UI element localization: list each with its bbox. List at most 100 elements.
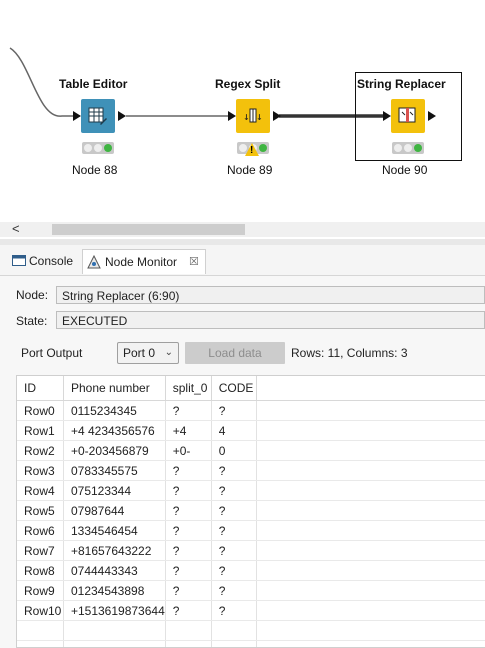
table-cell: Row2 (17, 440, 64, 461)
tab-node-monitor[interactable]: Node Monitor ☒ (82, 249, 206, 274)
table-cell: ? (165, 540, 212, 561)
table-cell: +0- (165, 440, 212, 461)
table-cell-filler (256, 520, 485, 541)
node-title-table-editor: Table Editor (59, 77, 128, 91)
table-cell: +0-203456879 (63, 440, 166, 461)
table-header-row: ID Phone number split_0 CODE (17, 376, 485, 401)
scroll-left-icon[interactable]: < (12, 221, 20, 236)
table-cell: ? (211, 540, 257, 561)
table-cell: ? (211, 400, 257, 421)
table-cell: ? (211, 560, 257, 581)
column-header[interactable]: CODE (211, 376, 257, 401)
input-port[interactable] (228, 111, 236, 121)
table-cell: +1513619873644 (63, 600, 166, 621)
node-label: Node 88 (72, 163, 118, 177)
table-cell: ? (165, 480, 212, 501)
table-cell: ? (165, 520, 212, 541)
table-cell: 01234543898 (63, 580, 166, 601)
table-cell: Row6 (17, 520, 64, 541)
table-cell-filler (256, 600, 485, 621)
table-row[interactable]: Row6 1334546454?? (17, 520, 485, 541)
workflow-canvas[interactable]: Table Editor Node 88 Regex Split ↓ ↓ ! N… (0, 0, 485, 222)
scrollbar-thumb[interactable] (52, 224, 245, 235)
table-cell-filler (256, 560, 485, 581)
node-monitor-icon (87, 255, 101, 269)
table-row[interactable]: Row0 0115234345?? (17, 400, 485, 421)
table-cell: +4 (165, 420, 212, 441)
table-cell: Row1 (17, 420, 64, 441)
table-row[interactable]: Row3 0783345575?? (17, 460, 485, 481)
node-field: String Replacer (6:90) (56, 286, 485, 304)
table-cell: ? (165, 500, 212, 521)
node-title-regex-split: Regex Split (215, 77, 281, 91)
node-label: Node 89 (227, 163, 273, 177)
column-header[interactable]: ID (17, 376, 64, 401)
table-cell: Row0 (17, 400, 64, 421)
table-cell-filler (256, 480, 485, 501)
tab-label: Console (29, 254, 74, 268)
table-cell: Row5 (17, 500, 64, 521)
regex-split-icon[interactable]: ↓ ↓ (236, 99, 270, 133)
output-port[interactable] (428, 111, 436, 121)
table-cell: 075123344 (63, 480, 166, 501)
tab-label: Node Monitor (105, 255, 178, 269)
status-traffic-light (392, 142, 424, 154)
table-cell: 4 (211, 420, 257, 441)
output-port[interactable] (273, 111, 281, 121)
table-cell: ? (211, 460, 257, 481)
table-cell: ? (211, 500, 257, 521)
table-editor-icon[interactable] (81, 99, 115, 133)
table-cell: ? (165, 560, 212, 581)
port-select-value: Port 0 (123, 346, 156, 360)
column-header[interactable]: Phone number (63, 376, 166, 401)
table-cell: 07987644 (63, 500, 166, 521)
load-data-button: Load data (185, 342, 285, 364)
table-cell: Row7 (17, 540, 64, 561)
svg-text:↓: ↓ (256, 110, 263, 123)
column-header[interactable]: split_0 (165, 376, 212, 401)
table-cell: ? (211, 480, 257, 501)
port-select[interactable]: Port 0 ⌄ (117, 342, 179, 364)
table-cell: ? (211, 580, 257, 601)
table-cell-filler (256, 500, 485, 521)
chevron-down-icon: ⌄ (164, 347, 173, 358)
warning-mark: ! (250, 145, 254, 156)
data-table[interactable]: ID Phone number split_0 CODE Row0 0115234… (16, 375, 485, 648)
rows-columns-info: Rows: 11, Columns: 3 (291, 346, 408, 360)
table-cell-filler (256, 540, 485, 561)
table-cell: ? (165, 460, 212, 481)
port-output-label: Port Output (21, 346, 83, 360)
table-cell: Row9 (17, 580, 64, 601)
node-title-string-replacer: String Replacer (357, 77, 446, 91)
table-cell-filler (256, 420, 485, 441)
table-row[interactable]: Row2 +0-203456879 +0- 0 (17, 440, 485, 461)
output-port[interactable] (118, 111, 126, 121)
table-cell: ? (165, 600, 212, 621)
table-cell-filler (256, 460, 485, 481)
table-row[interactable]: Row1 +4 4234356576 +4 4 (17, 420, 485, 441)
table-row[interactable]: Row8 0744443343?? (17, 560, 485, 581)
close-icon[interactable]: ☒ (189, 250, 199, 274)
input-port[interactable] (73, 111, 81, 121)
node-label-text: Node: (16, 288, 49, 302)
string-replacer-icon[interactable] (391, 99, 425, 133)
horizontal-scrollbar[interactable]: < (0, 221, 485, 237)
state-field: EXECUTED (56, 311, 485, 329)
table-row[interactable]: Row7 +81657643222?? (17, 540, 485, 561)
empty-row (17, 640, 485, 647)
table-row[interactable]: Row5 07987644?? (17, 500, 485, 521)
empty-row (17, 620, 485, 641)
svg-text:↓: ↓ (243, 110, 250, 123)
table-row[interactable]: Row9 01234543898?? (17, 580, 485, 601)
table-cell: 1334546454 (63, 520, 166, 541)
table-row[interactable]: Row10 +1513619873644?? (17, 600, 485, 621)
table-cell: ? (165, 400, 212, 421)
state-label-text: State: (16, 314, 48, 328)
node-label: Node 90 (382, 163, 428, 177)
table-cell: 0115234345 (63, 400, 166, 421)
tab-console[interactable]: Console (10, 249, 80, 273)
input-port[interactable] (383, 111, 391, 121)
table-cell: ? (211, 600, 257, 621)
table-row[interactable]: Row4 075123344?? (17, 480, 485, 501)
node-monitor-panel: Node: String Replacer (6:90) State: EXEC… (0, 276, 485, 648)
